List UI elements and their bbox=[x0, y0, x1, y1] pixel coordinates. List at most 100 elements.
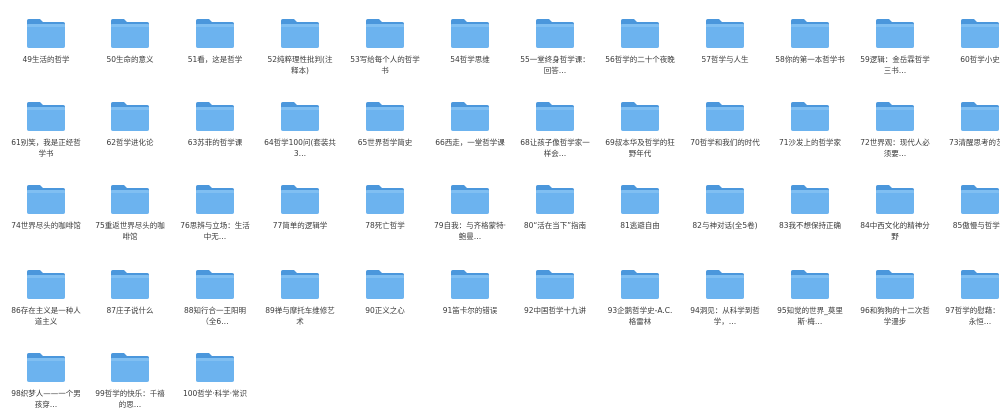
folder-item-1[interactable]: 49生活的哲学 bbox=[6, 17, 86, 97]
folder-item-21[interactable]: 70哲学和我们的时代 bbox=[685, 100, 765, 180]
folder-label: 49生活的哲学 bbox=[22, 55, 70, 64]
folder-item-17[interactable]: 65世界哲学简史 bbox=[345, 100, 425, 180]
folder-icon bbox=[875, 183, 915, 215]
folder-label: 66西走，一堂哲学课 bbox=[435, 138, 505, 147]
folder-item-41[interactable]: 90正义之心 bbox=[345, 268, 425, 348]
folder-label: 79自我：与齐格蒙特·鲍曼… bbox=[434, 221, 506, 241]
folder-label: 86存在主义是一种人道主义 bbox=[11, 306, 81, 326]
folder-label: 71沙发上的哲学家 bbox=[778, 138, 842, 147]
folder-item-16[interactable]: 64哲学100问(套装共3… bbox=[260, 100, 340, 180]
folder-item-50[interactable]: 99哲学的快乐：千禧的思… bbox=[90, 351, 170, 416]
folder-item-48[interactable]: 97哲学的慰藉：人类永恒… bbox=[940, 268, 1000, 348]
folder-label: 97哲学的慰藉：人类永恒… bbox=[945, 306, 1000, 326]
folder-item-3[interactable]: 51看，这是哲学 bbox=[175, 17, 255, 97]
folder-label: 93企鹅哲学史-A.C.格雷林 bbox=[607, 306, 673, 326]
folder-label: 78死亡哲学 bbox=[365, 221, 405, 230]
folder-icon bbox=[790, 17, 830, 49]
folder-item-7[interactable]: 55一堂终身哲学课：回答… bbox=[515, 17, 595, 97]
folder-item-43[interactable]: 92中国哲学十九讲 bbox=[515, 268, 595, 348]
folder-icon bbox=[705, 268, 745, 300]
folder-icon bbox=[110, 17, 150, 49]
folder-item-33[interactable]: 82与神对话(全5卷) bbox=[685, 183, 765, 263]
folder-icon bbox=[450, 17, 490, 49]
folder-label: 51看，这是哲学 bbox=[187, 55, 243, 64]
folder-item-36[interactable]: 85傲慢与哲学家 bbox=[940, 183, 1000, 263]
folder-item-14[interactable]: 62哲学进化论 bbox=[90, 100, 170, 180]
folder-item-29[interactable]: 78死亡哲学 bbox=[345, 183, 425, 263]
folder-label: 92中国哲学十九讲 bbox=[523, 306, 587, 315]
folder-icon bbox=[26, 17, 66, 49]
folder-icon bbox=[790, 268, 830, 300]
folder-item-46[interactable]: 95知觉的世界_莫里斯·梅… bbox=[770, 268, 850, 348]
folder-icon bbox=[26, 183, 66, 215]
folder-icon bbox=[620, 268, 660, 300]
folder-icon bbox=[26, 351, 66, 383]
folder-item-39[interactable]: 88知行合一王阳明（全6… bbox=[175, 268, 255, 348]
folder-label: 81逃避自由 bbox=[620, 221, 660, 230]
folder-icon bbox=[535, 100, 575, 132]
folder-item-23[interactable]: 72世界观：现代人必须要… bbox=[855, 100, 935, 180]
folder-item-45[interactable]: 94洞见：从科学到哲学，… bbox=[685, 268, 765, 348]
folder-item-38[interactable]: 87庄子说什么 bbox=[90, 268, 170, 348]
folder-item-26[interactable]: 75重返世界尽头的咖啡馆 bbox=[90, 183, 170, 263]
folder-item-22[interactable]: 71沙发上的哲学家 bbox=[770, 100, 850, 180]
folder-label: 88知行合一王阳明（全6… bbox=[183, 306, 247, 326]
folder-item-25[interactable]: 74世界尽头的咖啡馆 bbox=[6, 183, 86, 263]
folder-label: 59逻辑：金岳霖哲学三书… bbox=[860, 55, 930, 75]
folder-label: 85傲慢与哲学家 bbox=[952, 221, 1000, 230]
folder-label: 80“活在当下”指南 bbox=[523, 221, 587, 230]
folder-item-20[interactable]: 69叔本华及哲学的狂野年代 bbox=[600, 100, 680, 180]
folder-item-40[interactable]: 89禅与摩托车维修艺术 bbox=[260, 268, 340, 348]
folder-item-47[interactable]: 96和狗狗的十二次哲学漫步 bbox=[855, 268, 935, 348]
folder-label: 84中西文化的精神分野 bbox=[860, 221, 930, 241]
folder-item-13[interactable]: 61别笑，我是正经哲学书 bbox=[6, 100, 86, 180]
folder-icon bbox=[960, 268, 1000, 300]
folder-label: 69叔本华及哲学的狂野年代 bbox=[605, 138, 675, 158]
folder-icon bbox=[705, 100, 745, 132]
folder-item-2[interactable]: 50生命的意义 bbox=[90, 17, 170, 97]
folder-item-32[interactable]: 81逃避自由 bbox=[600, 183, 680, 263]
folder-label: 95知觉的世界_莫里斯·梅… bbox=[777, 306, 843, 326]
folder-label: 58你的第一本哲学书 bbox=[775, 55, 845, 64]
folder-item-31[interactable]: 80“活在当下”指南 bbox=[515, 183, 595, 263]
folder-item-19[interactable]: 68让孩子像哲学家一样会… bbox=[515, 100, 595, 180]
folder-item-18[interactable]: 66西走，一堂哲学课 bbox=[430, 100, 510, 180]
folder-icon bbox=[195, 183, 235, 215]
folder-item-24[interactable]: 73清醒思考的艺术 bbox=[940, 100, 1000, 180]
folder-item-8[interactable]: 56哲学的二十个夜晚 bbox=[600, 17, 680, 97]
folder-item-5[interactable]: 53写给每个人的哲学书 bbox=[345, 17, 425, 97]
folder-item-44[interactable]: 93企鹅哲学史-A.C.格雷林 bbox=[600, 268, 680, 348]
folder-item-11[interactable]: 59逻辑：金岳霖哲学三书… bbox=[855, 17, 935, 97]
folder-icon bbox=[620, 100, 660, 132]
folder-item-27[interactable]: 76思辨与立场：生活中无… bbox=[175, 183, 255, 263]
folder-item-42[interactable]: 91笛卡尔的错误 bbox=[430, 268, 510, 348]
folder-item-49[interactable]: 98织梦人——一个男孩穿… bbox=[6, 351, 86, 416]
folder-item-37[interactable]: 86存在主义是一种人道主义 bbox=[6, 268, 86, 348]
folder-item-51[interactable]: 100哲学·科学·常识 bbox=[175, 351, 255, 416]
folder-label: 61别笑，我是正经哲学书 bbox=[11, 138, 81, 158]
folder-icon bbox=[365, 268, 405, 300]
folder-label: 57哲学与人生 bbox=[701, 55, 749, 64]
folder-label: 65世界哲学简史 bbox=[357, 138, 413, 147]
folder-icon bbox=[26, 100, 66, 132]
folder-grid: 49生活的哲学 50生命的意义 51看，这是哲学 52纯粹理性批判(注释本) 5… bbox=[0, 0, 1000, 416]
folder-label: 68让孩子像哲学家一样会… bbox=[520, 138, 590, 158]
folder-icon bbox=[705, 183, 745, 215]
folder-item-12[interactable]: 60哲学小史 bbox=[940, 17, 1000, 97]
folder-icon bbox=[110, 351, 150, 383]
folder-label: 94洞见：从科学到哲学，… bbox=[690, 306, 760, 326]
folder-item-30[interactable]: 79自我：与齐格蒙特·鲍曼… bbox=[430, 183, 510, 263]
folder-item-10[interactable]: 58你的第一本哲学书 bbox=[770, 17, 850, 97]
folder-icon bbox=[875, 17, 915, 49]
folder-item-4[interactable]: 52纯粹理性批判(注释本) bbox=[260, 17, 340, 97]
folder-icon bbox=[365, 183, 405, 215]
folder-icon bbox=[790, 183, 830, 215]
folder-label: 73清醒思考的艺术 bbox=[948, 138, 1000, 147]
folder-label: 77简单的逻辑学 bbox=[272, 221, 328, 230]
folder-item-28[interactable]: 77简单的逻辑学 bbox=[260, 183, 340, 263]
folder-item-35[interactable]: 84中西文化的精神分野 bbox=[855, 183, 935, 263]
folder-item-9[interactable]: 57哲学与人生 bbox=[685, 17, 765, 97]
folder-item-15[interactable]: 63苏菲的哲学课 bbox=[175, 100, 255, 180]
folder-item-6[interactable]: 54哲学思维 bbox=[430, 17, 510, 97]
folder-item-34[interactable]: 83我不想保持正确 bbox=[770, 183, 850, 263]
